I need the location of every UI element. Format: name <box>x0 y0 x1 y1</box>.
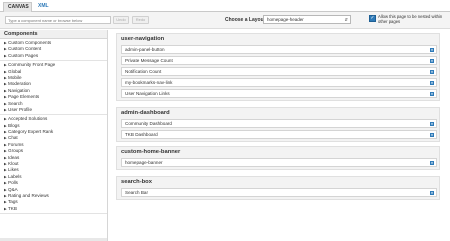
component-row-label: Private Message Count <box>125 58 173 63</box>
remove-icon[interactable]: × <box>430 121 434 126</box>
sidebar-item-label: Search <box>8 100 23 106</box>
layout-section: user-navigation admin-panel-button × Privat… <box>116 33 440 101</box>
sidebar-item-label: Mobile <box>8 74 22 80</box>
sidebar-item-label: User Profile <box>8 106 32 112</box>
sidebar-item[interactable]: ▶Custom Pages <box>0 53 107 59</box>
component-row[interactable]: homepage-banner × <box>121 158 437 167</box>
layout-label: Choose a Layout: <box>225 17 267 23</box>
remove-icon[interactable]: × <box>430 132 434 137</box>
component-row-label: my-bookmarks-nav-link <box>125 80 173 85</box>
sidebar-item-label: Polls <box>8 180 18 186</box>
nest-checkbox[interactable]: ✓ <box>369 15 376 22</box>
layout-section: custom-home-banner homepage-banner × <box>116 146 440 170</box>
sidebar-item-label: Blogs <box>8 122 20 128</box>
component-row[interactable]: User Navigation Links × <box>121 89 437 98</box>
component-row[interactable]: my-bookmarks-nav-link × <box>121 78 437 87</box>
remove-icon[interactable]: × <box>430 47 434 52</box>
sidebar-item-label: Groups <box>8 148 24 154</box>
sidebar-item-label: Moderation <box>8 81 31 87</box>
sidebar-item-label: Custom Pages <box>8 52 39 58</box>
component-row-label: Search Bar <box>125 190 148 195</box>
toolbar: Undo Redo Choose a Layout: homepage-head… <box>0 12 450 29</box>
sidebar-group: ▶Community Front Page ▶Global ▶Mobile ▶Mode… <box>0 62 107 116</box>
section-title: custom-home-banner <box>121 149 181 155</box>
component-row-label: Notification Count <box>125 69 162 74</box>
nest-checkbox-label: Allow this page to be nested within othe… <box>378 14 443 25</box>
section-title: admin-dashboard <box>121 110 170 116</box>
section-title: user-navigation <box>121 36 165 42</box>
sidebar-item-label: Rating and Reviews <box>8 192 49 198</box>
sidebar-item-label: Labels <box>8 173 22 179</box>
remove-icon[interactable]: × <box>430 69 434 74</box>
components-heading: Components <box>0 30 107 39</box>
layout-select-value: homepage-header <box>267 17 304 22</box>
sidebar-item[interactable]: ▶TKB <box>0 206 107 212</box>
component-row-label: User Navigation Links <box>125 91 170 96</box>
sidebar-item-label: Likes <box>8 167 19 173</box>
tab-xml[interactable]: XML <box>34 2 53 12</box>
remove-icon[interactable]: × <box>430 91 434 96</box>
sidebar-item-label: Klout <box>8 161 19 167</box>
sidebar-item-label: Page Elements <box>8 94 40 100</box>
layout-section: admin-dashboard Community Dashboard × TKB D… <box>116 107 440 142</box>
sidebar-item-label: Navigation <box>8 87 30 93</box>
layout-select[interactable]: homepage-header ⇵ <box>263 15 351 24</box>
remove-icon[interactable]: × <box>430 80 434 85</box>
sidebar-group: ▶Accepted Solutions ▶Blogs ▶Category Exper… <box>0 116 107 215</box>
redo-button[interactable]: Redo <box>132 16 149 24</box>
component-row-label: Community Dashboard <box>125 121 172 126</box>
sidebar-item-label: Accepted Solutions <box>8 116 48 122</box>
sidebar-item-label: Chat <box>8 135 18 141</box>
component-row[interactable]: Community Dashboard × <box>121 119 437 128</box>
sidebar-item-label: Category Expert Rank <box>8 129 54 135</box>
component-row[interactable]: admin-panel-button × <box>121 45 437 54</box>
sidebar-group: ▶Custom Components ▶Custom Content ▶Custom… <box>0 40 107 62</box>
sidebar-item-label: Custom Content <box>8 46 42 52</box>
component-search-input[interactable] <box>5 16 111 24</box>
layout-section: search-box Search Bar × <box>116 176 440 200</box>
component-row-label: admin-panel-button <box>125 47 165 52</box>
component-row-label: TKB Dashboard <box>125 132 158 137</box>
component-row[interactable]: Notification Count × <box>121 67 437 76</box>
undo-button[interactable]: Undo <box>113 16 129 24</box>
sidebar-item-label: Custom Components <box>8 40 52 45</box>
sidebar-item-label: TKB <box>8 205 17 211</box>
sidebar-item-label: Q&A <box>8 186 18 192</box>
sidebar-item-label: Tags <box>8 199 18 205</box>
component-row[interactable]: Search Bar × <box>121 188 437 197</box>
sidebar-item-label: Ideas <box>8 154 20 160</box>
sidebar-item-label: Forums <box>8 141 24 147</box>
component-row[interactable]: TKB Dashboard × <box>121 130 437 139</box>
remove-icon[interactable]: × <box>430 58 434 63</box>
components-sidebar: Components ▶Custom Components ▶Custom Con… <box>0 30 108 241</box>
chevron-updown-icon: ⇵ <box>344 17 348 22</box>
sidebar-item-label: Global <box>8 68 22 74</box>
sidebar-item-label: Community Front Page <box>8 62 56 68</box>
remove-icon[interactable]: × <box>430 160 434 165</box>
tab-canvas[interactable]: CANVAS <box>3 2 32 12</box>
remove-icon[interactable]: × <box>430 190 434 195</box>
section-title: search-box <box>121 179 152 185</box>
tab-bar: CANVAS XML <box>0 0 450 12</box>
component-row-label: homepage-banner <box>125 160 163 165</box>
component-row[interactable]: Private Message Count × <box>121 56 437 65</box>
sidebar-item[interactable]: ▶User Profile <box>0 107 107 113</box>
